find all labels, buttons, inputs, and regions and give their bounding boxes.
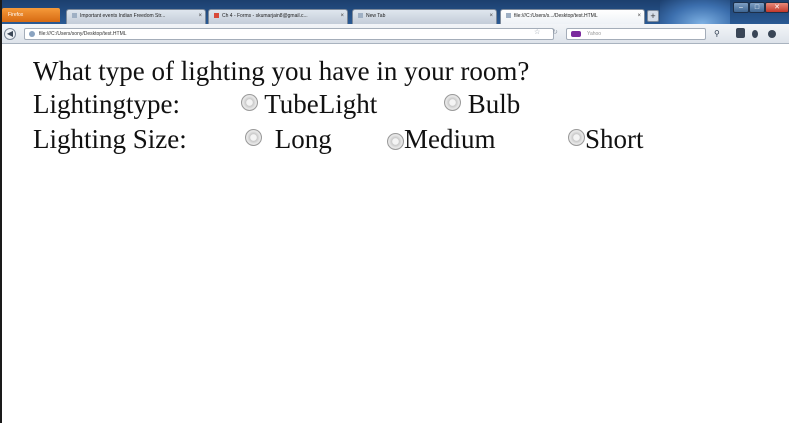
tab-test-html[interactable]: file:///C:/Users/s.../Desktop/test.HTML …: [500, 9, 645, 24]
bookmarks-icon[interactable]: [736, 28, 745, 38]
tab-label: file:///C:/Users/s.../Desktop/test.HTML: [514, 13, 598, 19]
navigation-bar: ◀ file:///C:/Users/sony/Desktop/test.HTM…: [0, 24, 789, 44]
search-placeholder: Yahoo: [587, 31, 602, 37]
tab-strip: Firefox Important events Indian Freedom …: [0, 0, 789, 24]
download-icon[interactable]: [752, 30, 758, 38]
page-content: What type of lighting you have in your r…: [0, 44, 789, 423]
maximize-button[interactable]: □: [749, 2, 765, 13]
radio-label: Short: [585, 124, 644, 154]
radio-label: Bulb: [467, 89, 521, 119]
home-icon[interactable]: [768, 30, 776, 38]
window-border: [0, 0, 2, 423]
close-icon[interactable]: ×: [489, 10, 493, 23]
radio-label: TubeLight: [264, 89, 378, 119]
radio-button[interactable]: [241, 94, 258, 111]
radio-option-long[interactable]: Long: [245, 124, 332, 154]
browser-window: Firefox Important events Indian Freedom …: [0, 0, 789, 423]
page-icon: [358, 13, 363, 19]
close-window-button[interactable]: ✕: [765, 2, 789, 13]
firefox-menu-button[interactable]: Firefox: [2, 8, 60, 22]
desktop-background: [660, 0, 730, 24]
radio-button[interactable]: [387, 133, 404, 150]
address-text: file:///C:/Users/sony/Desktop/test.HTML: [39, 31, 127, 37]
tab-gmail[interactable]: Ch 4 - Forms - skumarjain8@gmail.c... ×: [208, 9, 348, 24]
close-icon[interactable]: ×: [198, 10, 202, 23]
tab-label: New Tab: [366, 13, 386, 19]
lighting-type-label: Lightingtype:: [33, 89, 180, 119]
radio-label: Long: [274, 124, 332, 154]
search-bar[interactable]: Yahoo: [566, 28, 706, 40]
tab-important-events[interactable]: Important events Indian Freedom Str... ×: [66, 9, 206, 24]
gmail-icon: [214, 13, 219, 19]
radio-option-medium[interactable]: Medium: [387, 124, 496, 154]
minimize-button[interactable]: –: [733, 2, 749, 13]
page-icon: [72, 13, 77, 19]
radio-button[interactable]: [245, 129, 262, 146]
tab-label: Important events Indian Freedom Str...: [80, 13, 166, 19]
close-icon[interactable]: ×: [340, 10, 344, 23]
close-icon[interactable]: ×: [637, 10, 641, 23]
globe-icon: [29, 31, 35, 37]
reload-icon[interactable]: ↻: [552, 27, 558, 37]
radio-option-bulb[interactable]: Bulb: [444, 89, 520, 119]
back-button[interactable]: ◀: [4, 28, 16, 40]
address-bar[interactable]: file:///C:/Users/sony/Desktop/test.HTML: [24, 28, 554, 40]
tab-label: Ch 4 - Forms - skumarjain8@gmail.c...: [222, 13, 308, 19]
bookmark-star-icon[interactable]: ☆: [534, 27, 540, 37]
radio-button[interactable]: [444, 94, 461, 111]
new-tab-button[interactable]: +: [647, 10, 659, 22]
radio-button[interactable]: [568, 129, 585, 146]
question-heading: What type of lighting you have in your r…: [33, 56, 530, 86]
radio-label: Medium: [404, 124, 496, 154]
yahoo-icon: [571, 31, 581, 37]
radio-option-short[interactable]: Short: [568, 124, 644, 154]
tab-new-tab[interactable]: New Tab ×: [352, 9, 497, 24]
lighting-size-label: Lighting Size:: [33, 124, 187, 154]
search-icon[interactable]: ⚲: [714, 28, 720, 40]
radio-option-tubelight[interactable]: TubeLight: [241, 89, 377, 119]
page-icon: [506, 13, 511, 19]
